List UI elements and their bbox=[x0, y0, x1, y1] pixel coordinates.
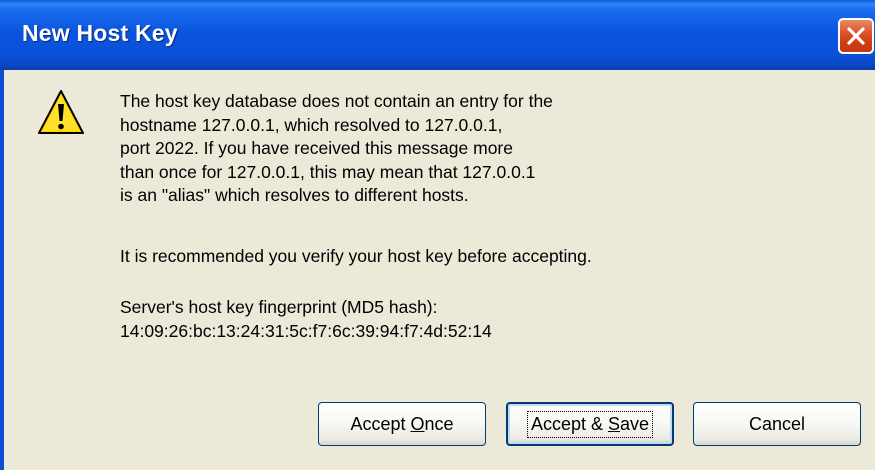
host-key-dialog: New Host Key The host key database does … bbox=[0, 0, 875, 470]
accept-save-label: Accept & Save bbox=[526, 410, 654, 438]
cancel-label: Cancel bbox=[748, 413, 806, 434]
fingerprint-value: 14:09:26:bc:13:24:31:5c:f7:6c:39:94:f7:4… bbox=[120, 320, 492, 341]
message-line: is an "alias" which resolves to differen… bbox=[120, 185, 469, 205]
warning-icon bbox=[38, 90, 84, 134]
accept-once-button[interactable]: Accept Once bbox=[318, 402, 486, 446]
fingerprint-label: Server's host key fingerprint (MD5 hash)… bbox=[120, 297, 438, 317]
message-line: port 2022. If you have received this mes… bbox=[120, 138, 513, 158]
message-line: than once for 127.0.0.1, this may mean t… bbox=[120, 161, 536, 182]
accept-once-label: Accept Once bbox=[350, 413, 454, 434]
cancel-button[interactable]: Cancel bbox=[693, 402, 861, 446]
fingerprint-block: Server's host key fingerprint (MD5 hash)… bbox=[120, 296, 492, 343]
close-icon bbox=[847, 27, 865, 45]
message-paragraph: The host key database does not contain a… bbox=[120, 90, 553, 208]
close-button[interactable] bbox=[838, 18, 874, 54]
recommendation-text: It is recommended you verify your host k… bbox=[120, 246, 592, 266]
title-bar[interactable]: New Host Key bbox=[0, 0, 875, 70]
window-title: New Host Key bbox=[22, 20, 178, 46]
accept-save-button[interactable]: Accept & Save bbox=[506, 402, 674, 446]
message-line: hostname 127.0.0.1, which resolved to 12… bbox=[120, 114, 503, 135]
message-line: The host key database does not contain a… bbox=[120, 91, 553, 111]
